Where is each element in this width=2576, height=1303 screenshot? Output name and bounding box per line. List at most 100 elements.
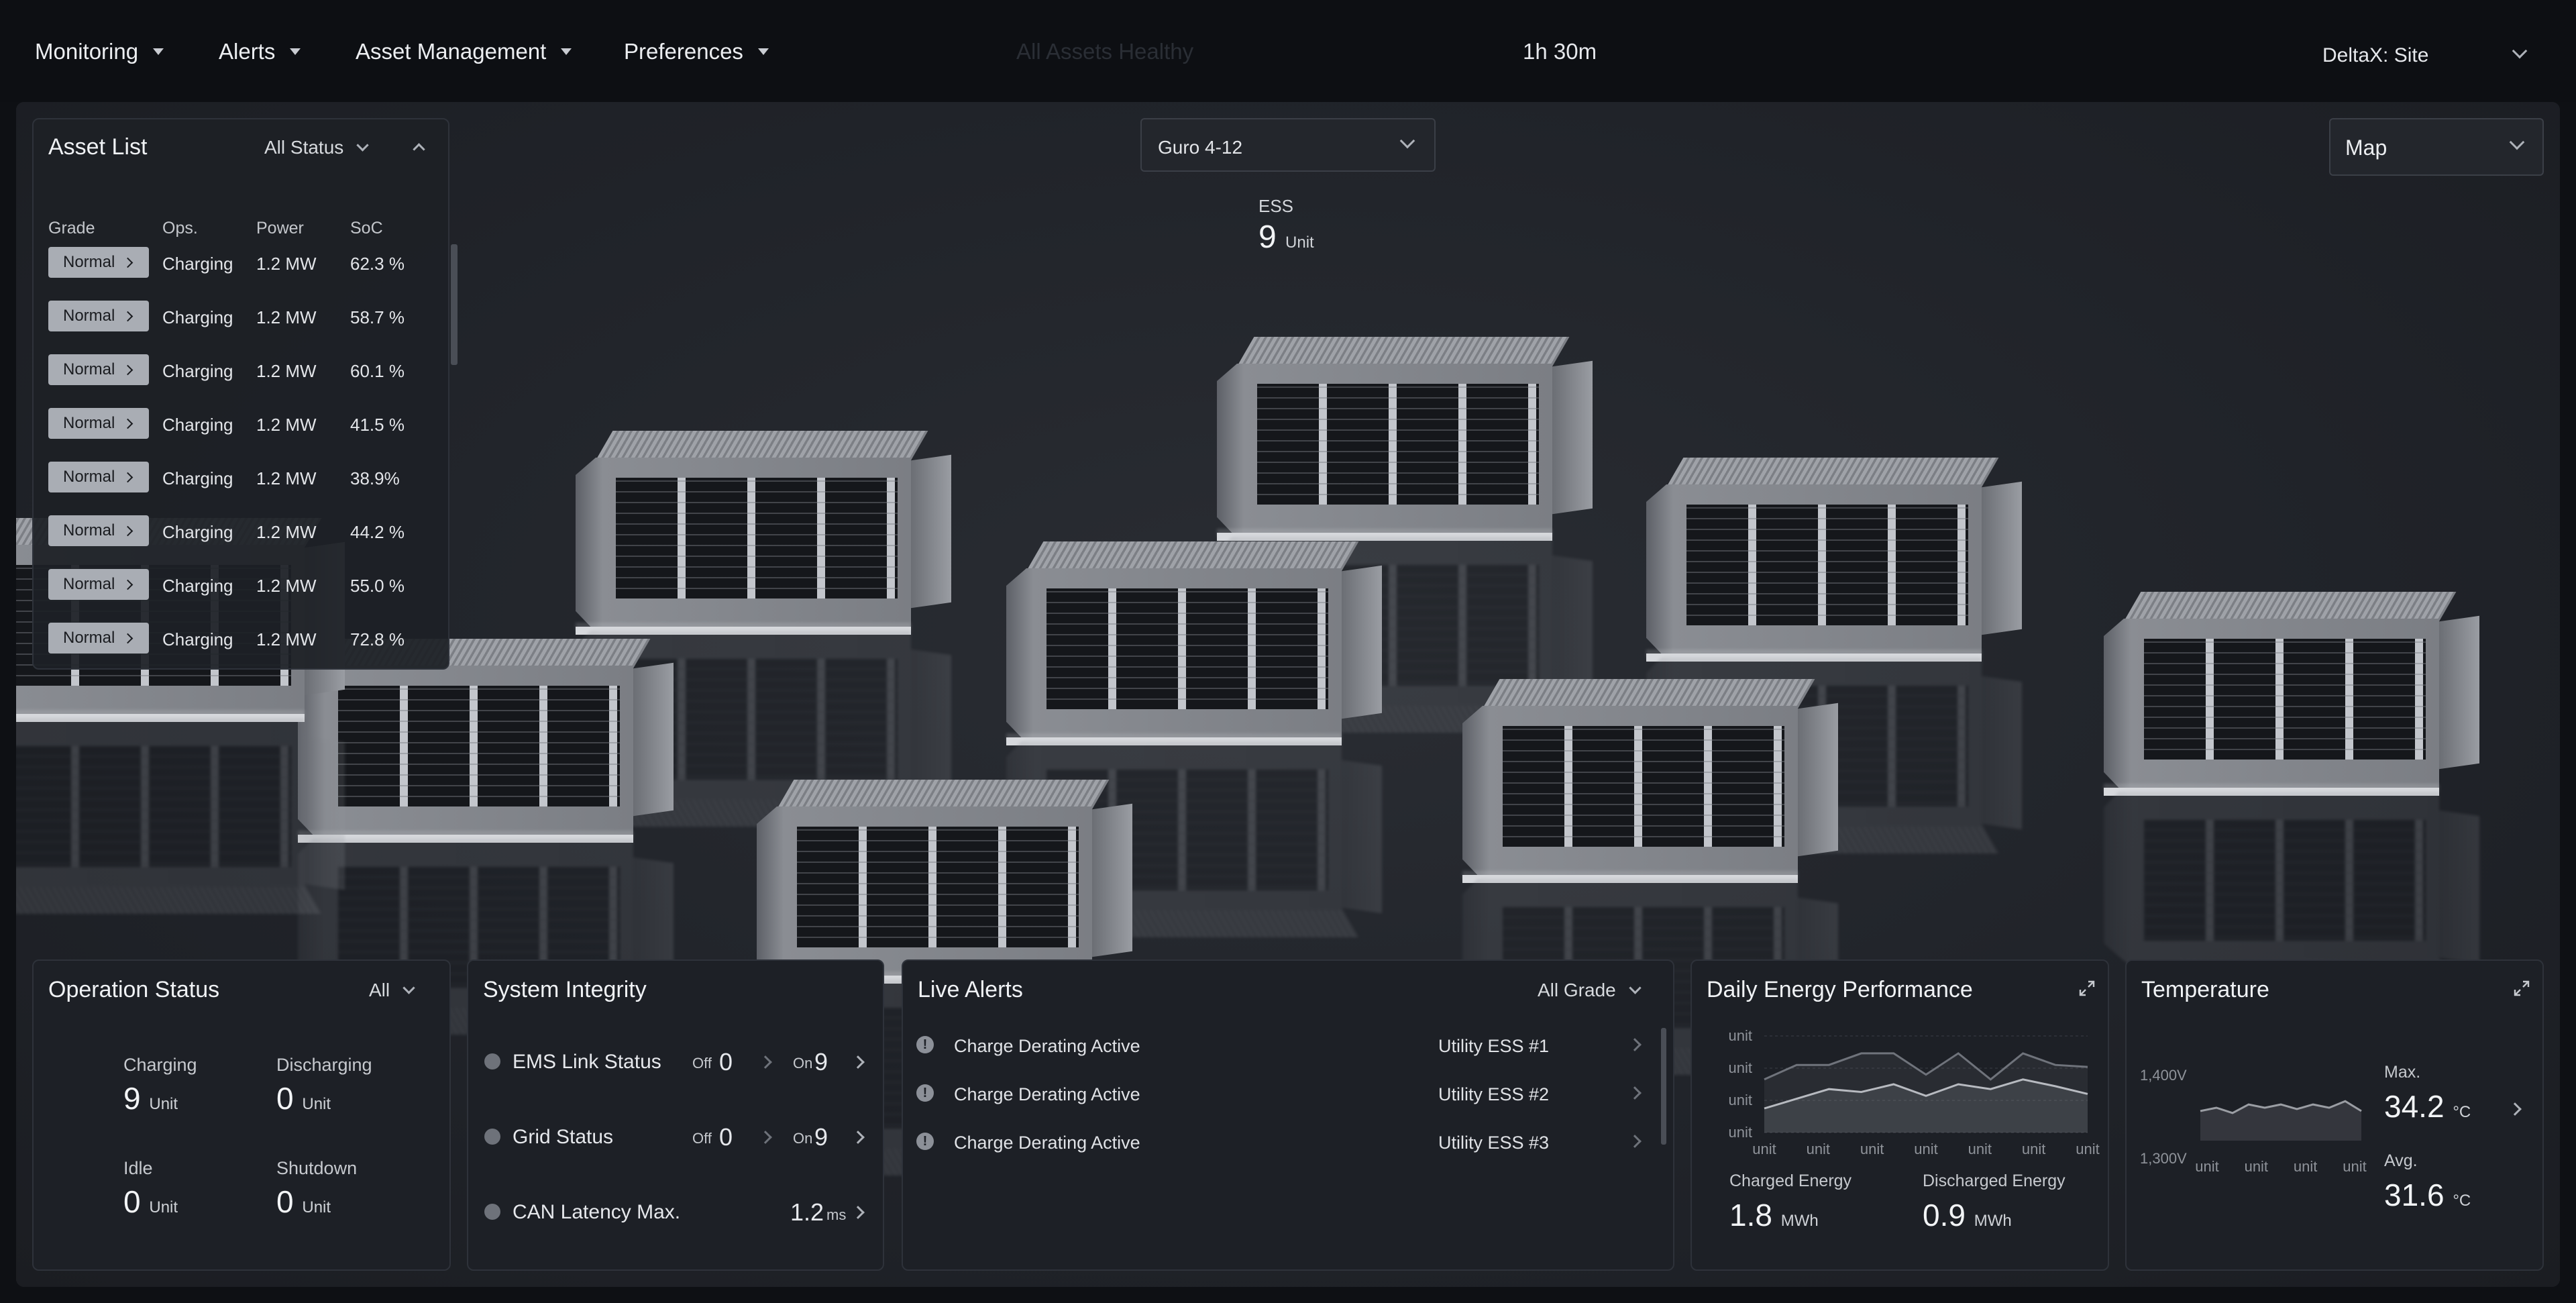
status-dot-icon: [484, 1053, 500, 1070]
view-selector[interactable]: Map: [2329, 118, 2544, 176]
alert-icon: !: [916, 1036, 934, 1053]
asset-row[interactable]: Normal Charging 1.2 MW 62.3 %: [48, 247, 424, 280]
system-integrity-title: System Integrity: [483, 977, 647, 1002]
grade-badge[interactable]: Normal: [48, 623, 149, 654]
alert-row[interactable]: ! Charge Derating Active Utility ESS #1: [916, 1033, 1674, 1067]
chevron-right-icon: [123, 472, 133, 482]
grade-label: Normal: [63, 414, 115, 432]
ess-container[interactable]: [1217, 337, 1593, 541]
asset-row[interactable]: Normal Charging 1.2 MW 58.7 %: [48, 301, 424, 334]
nav-label: Preferences: [624, 39, 743, 64]
avg-display: 31.6 °C: [2384, 1177, 2471, 1213]
expand-icon[interactable]: [2078, 980, 2096, 997]
asset-row[interactable]: Normal Charging 1.2 MW 60.1 %: [48, 354, 424, 388]
chevron-right-icon: [123, 633, 133, 643]
on-label: On: [793, 1130, 813, 1147]
nav-preferences[interactable]: Preferences: [624, 39, 769, 64]
ess-container[interactable]: [576, 431, 951, 635]
chevron-down-icon[interactable]: [2512, 43, 2528, 59]
asset-row[interactable]: Normal Charging 1.2 MW 44.2 %: [48, 515, 424, 549]
container-reflection: [2104, 784, 2479, 988]
grade-badge[interactable]: Normal: [48, 515, 149, 546]
asset-list-panel: Asset List All Status Grade Ops. Power S…: [32, 118, 458, 670]
top-bar: Monitoring Alerts Asset Management Prefe…: [0, 0, 2576, 102]
asset-row[interactable]: Normal Charging 1.2 MW 38.9%: [48, 462, 424, 495]
x-tick-label: unit: [1968, 1141, 1992, 1157]
grade-filter[interactable]: All Grade: [1538, 980, 1642, 1001]
alert-row[interactable]: ! Charge Derating Active Utility ESS #3: [916, 1130, 1674, 1163]
asset-list-scrollbar[interactable]: [451, 244, 458, 365]
alerts-scrollbar[interactable]: [1661, 1028, 1666, 1145]
operation-filter[interactable]: All: [369, 980, 415, 1001]
grade-filter-label: All Grade: [1538, 980, 1616, 1000]
main-area: Guro 4-12 ESS 9 Unit Map Asset List All …: [16, 102, 2560, 1287]
ess-container[interactable]: [1646, 458, 2022, 662]
site-selector[interactable]: DeltaX: Site: [2322, 44, 2428, 67]
y-tick-label: unit: [1729, 1027, 1752, 1044]
power-value: 1.2 MW: [256, 361, 317, 381]
status-filter[interactable]: All Status: [264, 137, 369, 158]
avg-label: Avg.: [2384, 1151, 2418, 1170]
chevron-down-icon: [356, 138, 369, 152]
integrity-label: CAN Latency Max.: [513, 1201, 681, 1223]
ops-value: Charging: [162, 415, 233, 435]
stat-value: 9: [123, 1081, 141, 1116]
stat-unit: Unit: [302, 1198, 331, 1216]
y-tick-label: unit: [1729, 1059, 1752, 1076]
expand-icon[interactable]: [2513, 980, 2530, 997]
ess-container[interactable]: [1462, 679, 1838, 883]
grade-badge[interactable]: Normal: [48, 569, 149, 600]
x-tick-label: unit: [2022, 1141, 2045, 1157]
integrity-row-grid[interactable]: Grid Status Off 0 On 9: [484, 1123, 873, 1157]
soc-value: 44.2 %: [350, 522, 405, 542]
chevron-right-icon: [123, 364, 133, 375]
chevron-right-icon[interactable]: [2508, 1102, 2522, 1116]
chevron-down-icon: [1629, 981, 1642, 994]
nav-monitoring[interactable]: Monitoring: [35, 39, 164, 64]
ess-unit: Unit: [1285, 233, 1314, 252]
asset-row[interactable]: Normal Charging 1.2 MW 41.5 %: [48, 408, 424, 441]
integrity-row-can[interactable]: CAN Latency Max. 1.2 ms: [484, 1198, 873, 1232]
grade-label: Normal: [63, 253, 115, 271]
nav-alerts[interactable]: Alerts: [219, 39, 301, 64]
collapse-icon[interactable]: [413, 143, 425, 156]
health-status: All Assets Healthy: [1016, 39, 1194, 64]
temperature-title: Temperature: [2141, 977, 2269, 1002]
col-soc: SoC: [350, 219, 383, 238]
x-tick-label: unit: [2195, 1158, 2218, 1175]
ess-container[interactable]: [757, 780, 1132, 984]
ess-container[interactable]: [2104, 592, 2479, 796]
alert-row[interactable]: ! Charge Derating Active Utility ESS #2: [916, 1082, 1674, 1115]
alert-icon: !: [916, 1133, 934, 1150]
power-value: 1.2 MW: [256, 307, 317, 327]
nav-asset-management[interactable]: Asset Management: [356, 39, 572, 64]
ops-value: Charging: [162, 468, 233, 488]
asset-row[interactable]: Normal Charging 1.2 MW 72.8 %: [48, 623, 424, 656]
operation-filter-label: All: [369, 980, 390, 1000]
off-value: 0: [719, 1123, 733, 1151]
ess-container[interactable]: [1006, 541, 1382, 745]
view-selector-label: Map: [2345, 136, 2387, 160]
x-tick-label: unit: [1752, 1141, 1776, 1157]
site-selector-label: DeltaX: Site: [2322, 44, 2429, 66]
grade-badge[interactable]: Normal: [48, 247, 149, 278]
power-value: 1.2 MW: [256, 415, 317, 435]
on-value: 9: [814, 1123, 828, 1151]
grade-badge[interactable]: Normal: [48, 408, 149, 439]
chevron-right-icon: [759, 1055, 772, 1069]
soc-value: 55.0 %: [350, 576, 405, 596]
live-alerts-panel: Live Alerts All Grade ! Charge Derating A…: [902, 959, 1674, 1271]
group-selector[interactable]: Guro 4-12: [1140, 118, 1436, 172]
asset-row[interactable]: Normal Charging 1.2 MW 55.0 %: [48, 569, 424, 603]
integrity-row-ems[interactable]: EMS Link Status Off 0 On 9: [484, 1048, 873, 1082]
daily-energy-panel: Daily Energy Performance unit unit unit uni…: [1690, 959, 2109, 1271]
grade-badge[interactable]: Normal: [48, 301, 149, 331]
y-tick-label: unit: [1729, 1124, 1752, 1141]
soc-value: 58.7 %: [350, 307, 405, 327]
grade-badge[interactable]: Normal: [48, 462, 149, 492]
stat-value: 0: [276, 1184, 294, 1219]
power-value: 1.2 MW: [256, 254, 317, 274]
nav-label: Asset Management: [356, 39, 547, 64]
charged-value: 1.8: [1729, 1198, 1772, 1233]
grade-badge[interactable]: Normal: [48, 354, 149, 385]
